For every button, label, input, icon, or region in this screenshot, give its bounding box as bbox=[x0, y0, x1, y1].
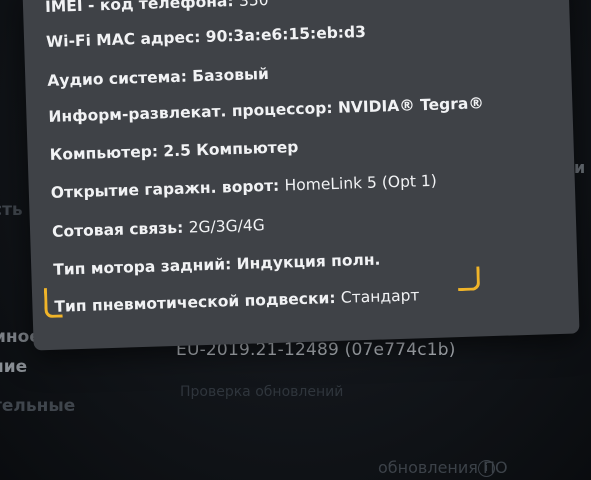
easter-egg-bracket-right bbox=[457, 266, 481, 292]
audio-system-text: Аудио система: Базовый bbox=[47, 64, 270, 90]
bg-menu-item-1[interactable]: сть bbox=[0, 200, 23, 220]
imei-value: 350 bbox=[238, 0, 269, 10]
infotainment-processor-row: Информ-развлекат. процессор: NVIDIA® Teg… bbox=[48, 94, 484, 126]
computer-text: Компьютер: 2.5 Компьютер bbox=[49, 138, 299, 164]
infotainment-processor-text: Информ-развлекат. процессор: NVIDIA® Teg… bbox=[48, 94, 485, 126]
bg-right-fragment: и bbox=[574, 158, 586, 177]
info-icon-glyph: i bbox=[484, 461, 489, 474]
rear-motor-row: Тип мотора задний: Индукция полн. bbox=[53, 251, 381, 279]
air-suspension-label: Тип пневмотической подвески: bbox=[54, 288, 342, 316]
imei-row: IMEI - код телефона: 350 bbox=[45, 0, 269, 16]
cellular-value: 2G/3G/4G bbox=[188, 216, 265, 237]
cellular-label: Сотовая связь: bbox=[51, 218, 189, 241]
imei-label: IMEI - код телефона: bbox=[44, 0, 234, 16]
garage-door-value: HomeLink 5 (Opt 1) bbox=[284, 171, 438, 195]
wifi-mac-text: Wi-Fi MAC адрес: 90:3a:e6:15:eb:d3 bbox=[45, 22, 367, 51]
computer-row: Компьютер: 2.5 Компьютер bbox=[49, 138, 298, 164]
vehicle-info-popup: IMEI - код телефона: 350 Wi-Fi MAC адрес… bbox=[22, 0, 580, 351]
easter-egg-bracket-left bbox=[43, 287, 63, 319]
garage-door-label: Открытие гаражн. ворот: bbox=[50, 176, 285, 202]
audio-system-row: Аудио система: Базовый bbox=[47, 65, 269, 90]
bg-menu-item-4[interactable]: тельные bbox=[0, 396, 75, 416]
cellular-row: Сотовая связь: 2G/3G/4G bbox=[52, 216, 265, 241]
screen: сть мное ние тельные и EU-2019.21-12489 … bbox=[0, 0, 591, 480]
rear-motor-text: Тип мотора задний: Индукция полн. bbox=[53, 250, 381, 279]
garage-door-row: Открытие гаражн. ворот: HomeLink 5 (Opt … bbox=[51, 172, 437, 202]
bg-menu-item-3[interactable]: ние bbox=[0, 357, 27, 377]
wifi-mac-row: Wi-Fi MAC адрес: 90:3a:e6:15:eb:d3 bbox=[46, 23, 366, 51]
info-icon[interactable]: i bbox=[478, 460, 495, 477]
air-suspension-row: Тип пневмотической подвески: Стандарт bbox=[54, 286, 420, 315]
check-updates-link[interactable]: Проверка обновлений bbox=[180, 384, 343, 400]
air-suspension-value: Стандарт bbox=[340, 286, 420, 307]
